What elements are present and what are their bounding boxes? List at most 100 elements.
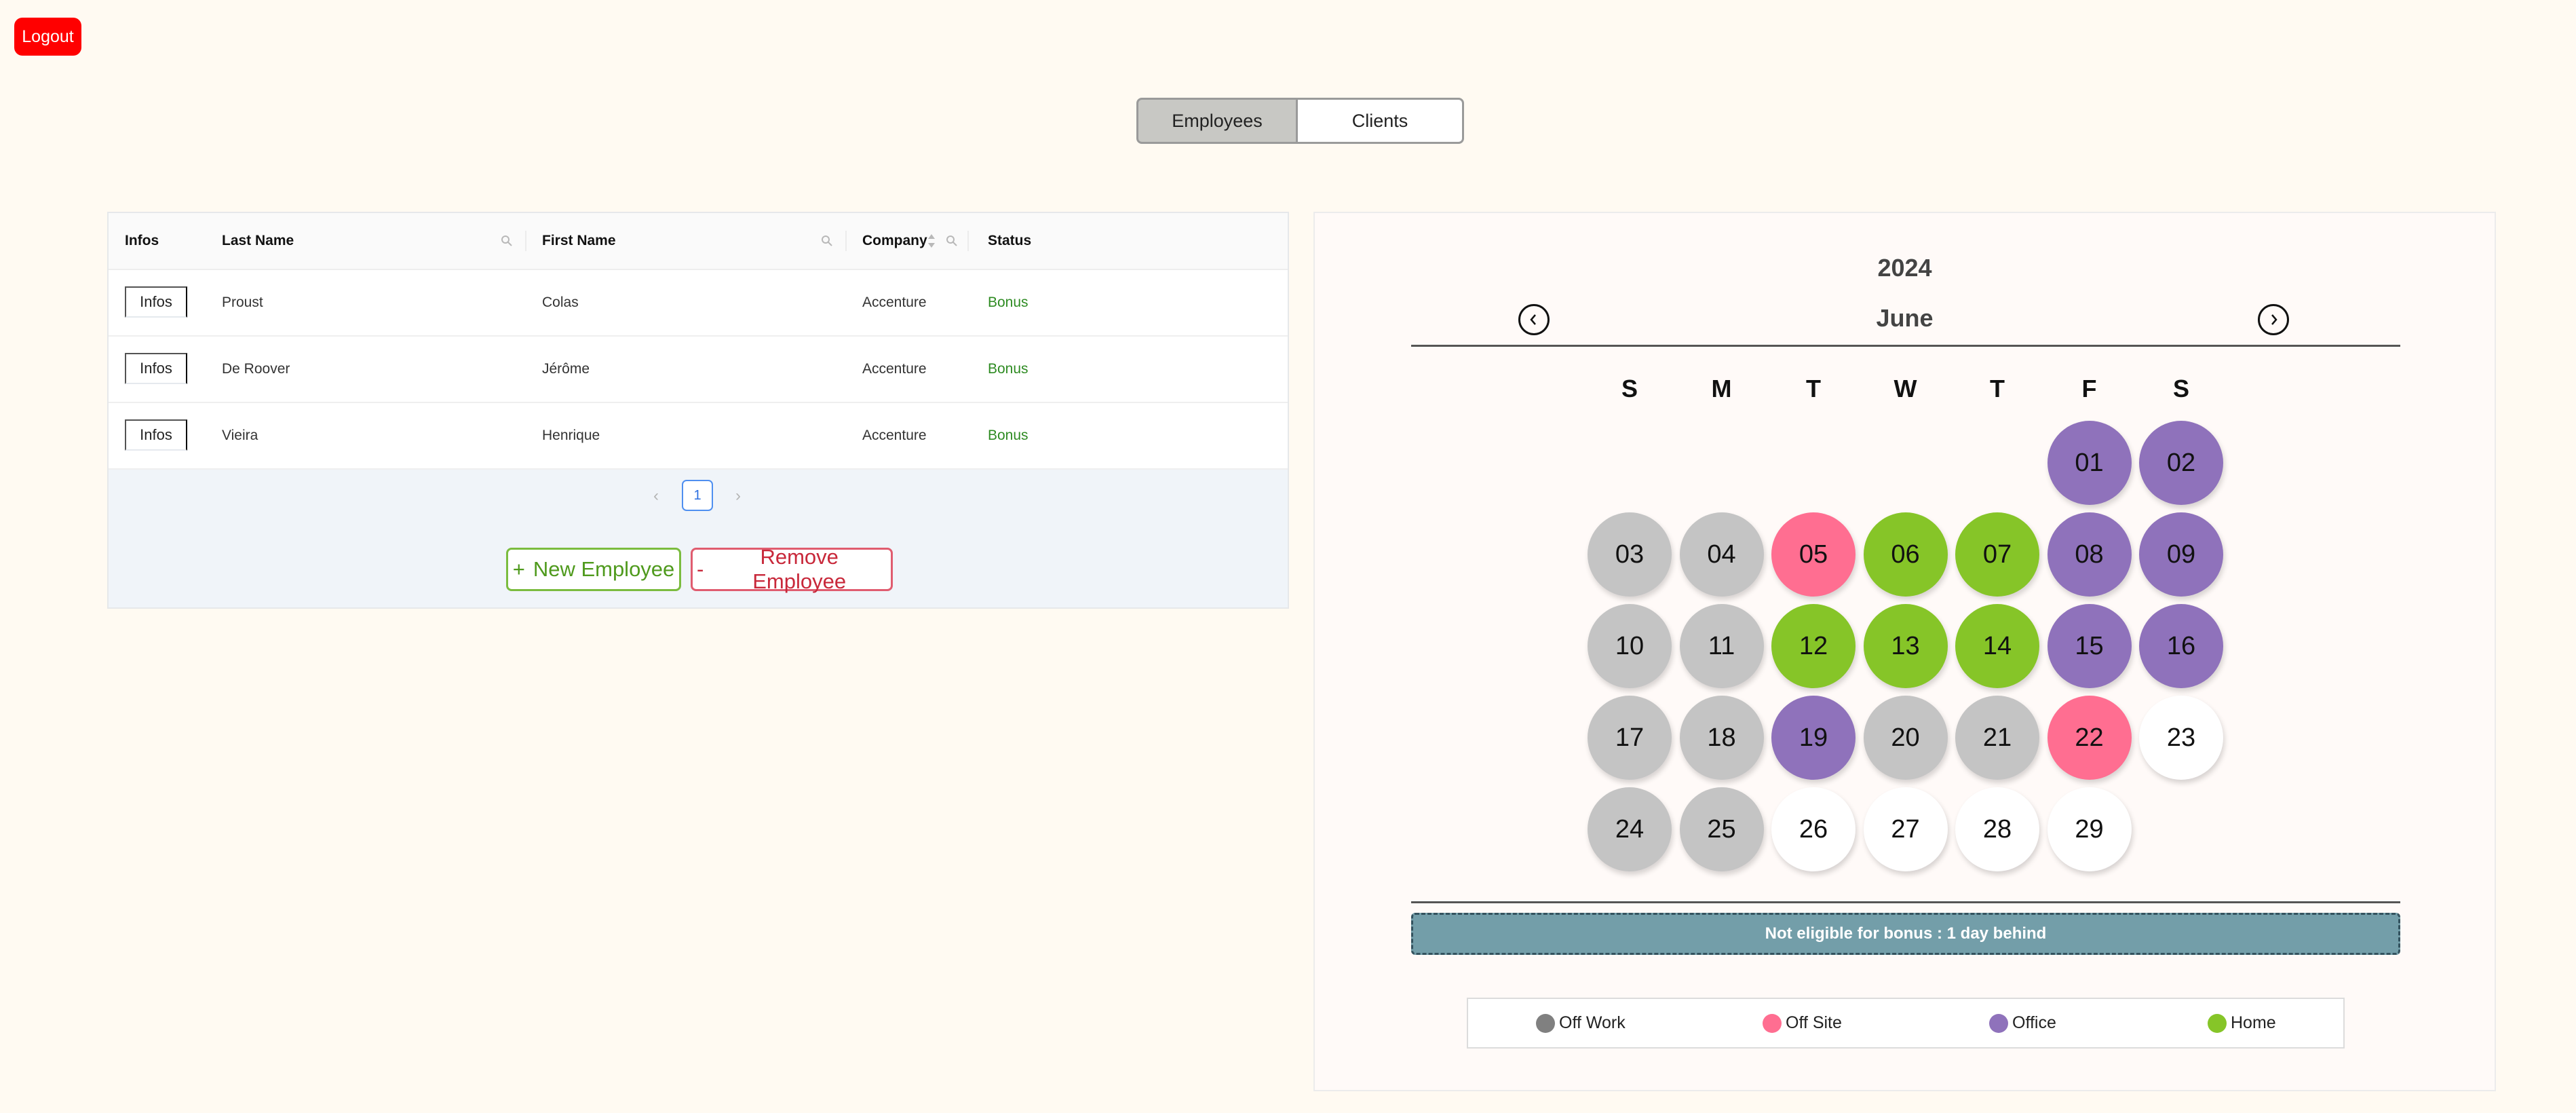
first-name-cell: Henrique: [542, 428, 600, 443]
search-icon[interactable]: [946, 213, 958, 269]
legend-item-office: Office: [1989, 999, 2056, 1047]
legend-label: Off Site: [1786, 1013, 1842, 1032]
next-page-icon[interactable]: ›: [735, 480, 741, 512]
weekday-label: T: [1806, 375, 1821, 402]
legend-dot: [1763, 1013, 1782, 1033]
calendar-day[interactable]: 10: [1588, 604, 1672, 688]
bonus-status-bar: Not eligible for bonus : 1 day behind: [1411, 913, 2400, 955]
col-header-status: Status: [988, 233, 1032, 248]
status-cell: Bonus: [988, 295, 1029, 310]
search-icon[interactable]: [501, 213, 513, 269]
legend-dot: [2208, 1013, 2227, 1033]
calendar-day[interactable]: 14: [1955, 604, 2039, 688]
column-divider: [845, 231, 847, 251]
weekday-label: T: [1990, 375, 2005, 402]
first-name-cell: Colas: [542, 295, 579, 310]
tab-employees[interactable]: Employees: [1136, 98, 1298, 144]
sort-icon[interactable]: [927, 213, 936, 269]
calendar-day[interactable]: 13: [1863, 604, 1948, 688]
legend-item-off-site: Off Site: [1763, 999, 1842, 1047]
weekday-label: F: [2081, 375, 2097, 402]
calendar-day[interactable]: 17: [1588, 696, 1672, 780]
company-cell: Accenture: [862, 428, 927, 443]
calendar-year: 2024: [1877, 254, 1932, 282]
weekday-label: S: [2172, 375, 2189, 402]
calendar-day[interactable]: 04: [1679, 512, 1764, 597]
calendar-day[interactable]: 12: [1771, 604, 1856, 688]
calendar-day[interactable]: 28: [1955, 787, 2039, 871]
column-divider: [967, 231, 969, 251]
search-icon[interactable]: [821, 213, 833, 269]
calendar-day[interactable]: 16: [2139, 604, 2223, 688]
legend-label: Off Work: [1559, 1013, 1626, 1032]
calendar-day[interactable]: 26: [1771, 787, 1856, 871]
calendar-day[interactable]: 15: [2047, 604, 2132, 688]
company-cell: Accenture: [862, 361, 927, 377]
chevron-right-icon: [2271, 314, 2277, 325]
calendar-day[interactable]: 21: [1955, 696, 2039, 780]
calendar-day[interactable]: 01: [2047, 421, 2132, 505]
calendar-day[interactable]: 22: [2047, 696, 2132, 780]
legend-dot: [1989, 1013, 2008, 1033]
calendar-divider-top: [1411, 345, 2400, 347]
calendar-day[interactable]: 02: [2139, 421, 2223, 505]
col-header-company: Company: [862, 233, 927, 248]
plus-icon: +: [512, 557, 525, 581]
prev-page-icon[interactable]: ‹: [653, 480, 659, 512]
calendar-day[interactable]: 05: [1771, 512, 1856, 597]
last-name-cell: Proust: [222, 295, 263, 310]
calendar-day[interactable]: 19: [1771, 696, 1856, 780]
infos-button[interactable]: Infos: [125, 353, 187, 384]
calendar-divider-bottom: [1411, 901, 2400, 903]
company-cell: Accenture: [862, 295, 927, 310]
table-header: Infos Last Name First Name Company Statu…: [109, 213, 1288, 270]
logout-button[interactable]: Logout: [14, 18, 81, 56]
legend: Off Work Off Site Office Home: [1467, 998, 2345, 1049]
calendar-day[interactable]: 24: [1588, 787, 1672, 871]
status-cell: Bonus: [988, 361, 1029, 377]
weekday-label: W: [1893, 375, 1917, 402]
calendar-day[interactable]: 09: [2139, 512, 2223, 597]
legend-label: Home: [2231, 1013, 2276, 1032]
table-row: Infos De Roover Jérôme Accenture Bonus: [109, 337, 1288, 403]
calendar-month: June: [1876, 304, 1934, 332]
calendar-day[interactable]: 29: [2047, 787, 2132, 871]
calendar-day[interactable]: 06: [1863, 512, 1948, 597]
table-row: Infos Vieira Henrique Accenture Bonus: [109, 403, 1288, 470]
remove-employee-label: Remove Employee: [752, 545, 847, 593]
table-row: Infos Proust Colas Accenture Bonus: [109, 270, 1288, 337]
minus-icon: -: [697, 557, 704, 581]
new-employee-label: New Employee: [533, 557, 675, 581]
calendar-day[interactable]: 08: [2047, 512, 2132, 597]
next-month-button[interactable]: [2258, 304, 2289, 335]
column-divider: [525, 231, 526, 251]
calendar-day[interactable]: 18: [1679, 696, 1764, 780]
calendar-day[interactable]: 07: [1955, 512, 2039, 597]
calendar-day[interactable]: 27: [1863, 787, 1948, 871]
weekday-label: S: [1621, 375, 1638, 402]
employees-table: Infos Last Name First Name Company Statu…: [107, 212, 1289, 609]
legend-dot: [1536, 1013, 1555, 1033]
calendar-day[interactable]: 23: [2139, 696, 2223, 780]
infos-button[interactable]: Infos: [125, 286, 187, 318]
infos-button[interactable]: Infos: [125, 419, 187, 451]
last-name-cell: De Roover: [222, 361, 290, 377]
last-name-cell: Vieira: [222, 428, 258, 443]
tab-clients[interactable]: Clients: [1298, 98, 1464, 144]
view-tabs: Employees Clients: [1136, 98, 1464, 144]
col-header-last-name: Last Name: [222, 233, 294, 248]
first-name-cell: Jérôme: [542, 361, 590, 377]
legend-item-home: Home: [2208, 999, 2276, 1047]
calendar-day[interactable]: 20: [1863, 696, 1948, 780]
remove-employee-button[interactable]: - Remove Employee: [691, 545, 893, 593]
legend-item-off-work: Off Work: [1536, 999, 1626, 1047]
calendar-panel: 2024 June SMTWTFS 01 02 03 04 05 06 07 08 09 10 11…: [1313, 212, 2496, 1091]
page-number[interactable]: 1: [682, 480, 713, 511]
calendar-day[interactable]: 25: [1679, 787, 1764, 871]
new-employee-button[interactable]: + New Employee: [506, 548, 681, 591]
col-header-infos: Infos: [125, 233, 159, 248]
calendar-day[interactable]: 11: [1679, 604, 1764, 688]
status-cell: Bonus: [988, 428, 1029, 443]
legend-label: Office: [2012, 1013, 2056, 1032]
calendar-day[interactable]: 03: [1588, 512, 1672, 597]
